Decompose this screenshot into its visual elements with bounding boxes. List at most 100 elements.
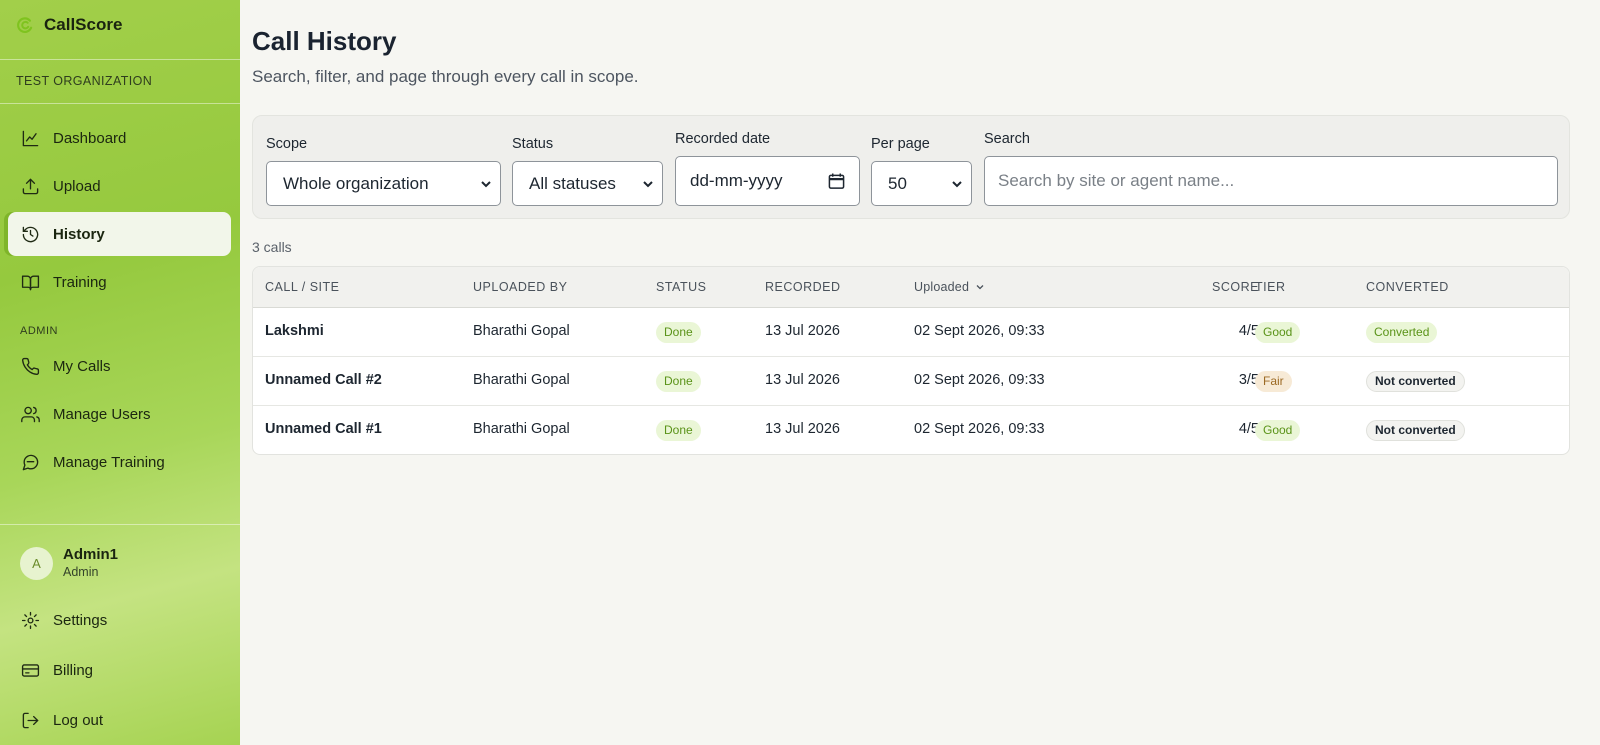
sidebar-item-my-calls[interactable]: My Calls: [8, 344, 231, 388]
sidebar-item-label: Manage Training: [53, 453, 165, 471]
brand[interactable]: CallScore: [16, 12, 122, 38]
cell-call-name[interactable]: Lakshmi: [265, 323, 324, 339]
cell-uploaded-by: Bharathi Gopal: [473, 421, 570, 437]
user-role: Admin: [63, 565, 99, 579]
cell-call-name[interactable]: Unnamed Call #2: [265, 372, 382, 388]
cell-recorded: 13 Jul 2026: [765, 372, 840, 388]
sidebar-item-label: My Calls: [53, 357, 111, 375]
sidebar-divider: [0, 59, 240, 60]
cell-uploaded-by: Bharathi Gopal: [473, 323, 570, 339]
sidebar-item-dashboard[interactable]: Dashboard: [8, 116, 231, 160]
user-profile[interactable]: A Admin1 Admin: [20, 546, 118, 580]
cell-call-name[interactable]: Unnamed Call #1: [265, 421, 382, 437]
users-icon: [21, 406, 40, 422]
sidebar-item-manage-users[interactable]: Manage Users: [8, 392, 231, 436]
main-content: Call History Search, filter, and page th…: [240, 0, 1600, 745]
sidebar-item-label: Log out: [53, 711, 104, 729]
recorded-date-placeholder: dd-mm-yyyy: [690, 171, 783, 190]
table-row[interactable]: Unnamed Call #2 Bharathi Gopal Done 13 J…: [253, 357, 1569, 406]
status-label: Status: [512, 136, 554, 152]
history-icon: [22, 226, 39, 242]
chart-line-icon: [22, 130, 39, 146]
calendar-icon[interactable]: [828, 173, 845, 190]
sidebar-divider: [0, 103, 240, 104]
cell-uploaded: 02 Sept 2026, 09:33: [914, 323, 1045, 339]
sidebar-item-label: Manage Users: [53, 405, 151, 423]
column-header-tier[interactable]: TIER: [1255, 280, 1285, 294]
column-header-score[interactable]: SCORE: [1212, 280, 1259, 294]
page-title: Call History: [252, 26, 397, 56]
sidebar-item-upload[interactable]: Upload: [8, 164, 231, 208]
table-header: CALL / SITE UPLOADED BY STATUS RECORDED …: [253, 267, 1569, 308]
search-input[interactable]: Search by site or agent name...: [984, 156, 1558, 206]
page-subtitle: Search, filter, and page through every c…: [252, 67, 639, 86]
per-page-label: Per page: [871, 136, 930, 152]
table-row[interactable]: Unnamed Call #1 Bharathi Gopal Done 13 J…: [253, 406, 1569, 454]
cell-recorded: 13 Jul 2026: [765, 421, 840, 437]
callscore-logo-icon: [17, 17, 33, 33]
status-select[interactable]: All statuses: [512, 161, 663, 206]
status-badge: Done: [656, 420, 701, 441]
logout-icon: [22, 712, 39, 728]
cell-uploaded-by: Bharathi Gopal: [473, 372, 570, 388]
converted-badge: Converted: [1366, 322, 1438, 343]
sidebar: CallScore TEST ORGANIZATION Dashboard Up…: [0, 0, 240, 745]
scope-select[interactable]: Whole organization: [266, 161, 501, 206]
app-name: CallScore: [44, 15, 123, 34]
calls-table: CALL / SITE UPLOADED BY STATUS RECORDED …: [252, 266, 1570, 455]
message-circle-icon: [22, 454, 39, 470]
filter-bar: Scope Whole organization Status All stat…: [252, 115, 1570, 219]
credit-card-icon: [21, 663, 40, 677]
column-header-recorded[interactable]: RECORDED: [765, 280, 841, 294]
sidebar-item-log-out[interactable]: Log out: [8, 698, 231, 742]
column-header-status[interactable]: STATUS: [656, 280, 706, 294]
chevron-down-icon: [643, 180, 653, 187]
search-label: Search: [984, 131, 1030, 147]
column-header-converted[interactable]: CONVERTED: [1366, 280, 1449, 294]
table-row[interactable]: Lakshmi Bharathi Gopal Done 13 Jul 2026 …: [253, 308, 1569, 357]
chevron-down-icon: [952, 180, 962, 187]
results-count: 3 calls: [252, 239, 292, 255]
sidebar-item-label: History: [53, 225, 105, 243]
column-header-uploaded-label: Uploaded: [914, 280, 970, 294]
sidebar-item-label: Upload: [53, 177, 101, 195]
sidebar-item-manage-training[interactable]: Manage Training: [8, 440, 231, 484]
cell-uploaded: 02 Sept 2026, 09:33: [914, 421, 1045, 437]
sidebar-item-label: Training: [53, 273, 107, 291]
recorded-date-input[interactable]: dd-mm-yyyy: [675, 156, 860, 206]
tier-badge: Fair: [1255, 371, 1292, 392]
admin-section-label: ADMIN: [20, 325, 58, 337]
column-header-uploaded-by[interactable]: UPLOADED BY: [473, 280, 567, 294]
tier-badge: Good: [1255, 420, 1301, 441]
sort-desc-icon: [976, 285, 984, 290]
gear-icon: [21, 611, 40, 629]
sidebar-item-label: Billing: [53, 661, 94, 679]
sidebar-item-settings[interactable]: Settings: [8, 598, 231, 642]
sidebar-item-billing[interactable]: Billing: [8, 648, 231, 692]
status-badge: Done: [656, 322, 701, 343]
per-page-select[interactable]: 50: [871, 161, 972, 206]
scope-select-value: Whole organization: [283, 173, 429, 193]
per-page-select-value: 50: [888, 173, 907, 193]
converted-badge: Not converted: [1366, 420, 1465, 441]
column-header-call-site[interactable]: CALL / SITE: [265, 280, 340, 294]
user-name: Admin1: [63, 546, 119, 563]
sidebar-item-history[interactable]: History: [8, 212, 231, 256]
sidebar-divider: [0, 524, 240, 525]
scope-label: Scope: [266, 136, 308, 152]
cell-uploaded: 02 Sept 2026, 09:33: [914, 372, 1045, 388]
tier-badge: Good: [1255, 322, 1301, 343]
recorded-date-label: Recorded date: [675, 131, 771, 147]
sidebar-item-label: Dashboard: [53, 129, 127, 147]
cell-recorded: 13 Jul 2026: [765, 323, 840, 339]
book-icon: [21, 274, 40, 290]
sidebar-item-training[interactable]: Training: [8, 260, 231, 304]
organization-name: TEST ORGANIZATION: [16, 74, 153, 88]
converted-badge: Not converted: [1366, 371, 1465, 392]
search-placeholder: Search by site or agent name...: [998, 171, 1235, 190]
column-header-uploaded[interactable]: Uploaded: [914, 280, 985, 294]
avatar: A: [20, 546, 53, 580]
status-badge: Done: [656, 371, 701, 392]
upload-icon: [22, 178, 39, 194]
sidebar-item-label: Settings: [53, 611, 108, 629]
